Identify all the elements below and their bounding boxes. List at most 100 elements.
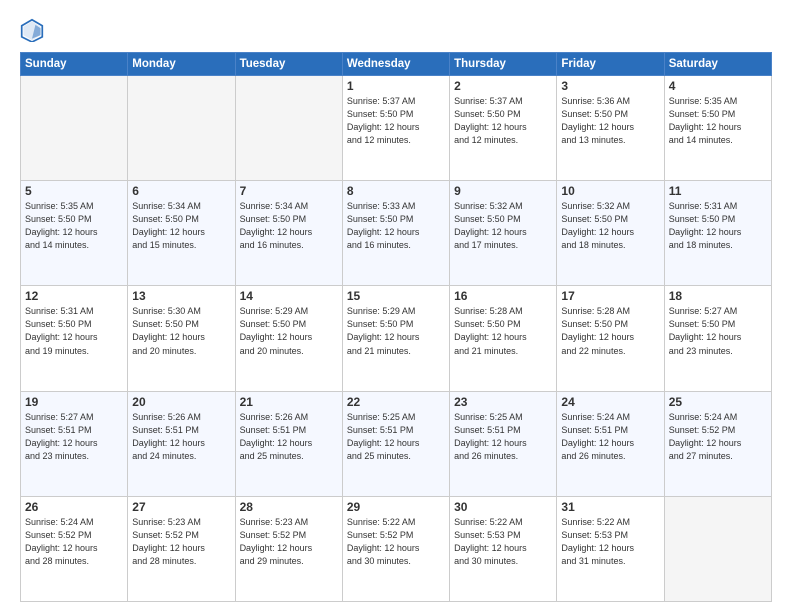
calendar-cell: 2 Sunrise: 5:37 AM Sunset: 5:50 PM Daylig… xyxy=(450,76,557,181)
day-info: Sunrise: 5:24 AM Sunset: 5:52 PM Dayligh… xyxy=(25,516,123,568)
calendar-cell: 3 Sunrise: 5:36 AM Sunset: 5:50 PM Daylig… xyxy=(557,76,664,181)
calendar-cell: 5 Sunrise: 5:35 AM Sunset: 5:50 PM Daylig… xyxy=(21,181,128,286)
day-info: Sunrise: 5:26 AM Sunset: 5:51 PM Dayligh… xyxy=(132,411,230,463)
calendar-cell: 21 Sunrise: 5:26 AM Sunset: 5:51 PM Dayli… xyxy=(235,391,342,496)
day-info: Sunrise: 5:31 AM Sunset: 5:50 PM Dayligh… xyxy=(669,200,767,252)
day-info: Sunrise: 5:31 AM Sunset: 5:50 PM Dayligh… xyxy=(25,305,123,357)
day-number: 8 xyxy=(347,184,445,198)
calendar-cell: 13 Sunrise: 5:30 AM Sunset: 5:50 PM Dayli… xyxy=(128,286,235,391)
day-number: 9 xyxy=(454,184,552,198)
day-header-monday: Monday xyxy=(128,53,235,76)
day-number: 11 xyxy=(669,184,767,198)
calendar-week-1: 1 Sunrise: 5:37 AM Sunset: 5:50 PM Daylig… xyxy=(21,76,772,181)
calendar-cell: 31 Sunrise: 5:22 AM Sunset: 5:53 PM Dayli… xyxy=(557,496,664,601)
day-header-tuesday: Tuesday xyxy=(235,53,342,76)
day-number: 20 xyxy=(132,395,230,409)
calendar-cell: 28 Sunrise: 5:23 AM Sunset: 5:52 PM Dayli… xyxy=(235,496,342,601)
day-info: Sunrise: 5:32 AM Sunset: 5:50 PM Dayligh… xyxy=(454,200,552,252)
day-number: 27 xyxy=(132,500,230,514)
calendar-cell: 24 Sunrise: 5:24 AM Sunset: 5:51 PM Dayli… xyxy=(557,391,664,496)
calendar-week-3: 12 Sunrise: 5:31 AM Sunset: 5:50 PM Dayli… xyxy=(21,286,772,391)
calendar-week-4: 19 Sunrise: 5:27 AM Sunset: 5:51 PM Dayli… xyxy=(21,391,772,496)
day-header-sunday: Sunday xyxy=(21,53,128,76)
day-number: 29 xyxy=(347,500,445,514)
day-info: Sunrise: 5:34 AM Sunset: 5:50 PM Dayligh… xyxy=(240,200,338,252)
day-number: 6 xyxy=(132,184,230,198)
calendar-cell: 29 Sunrise: 5:22 AM Sunset: 5:52 PM Dayli… xyxy=(342,496,449,601)
day-info: Sunrise: 5:24 AM Sunset: 5:51 PM Dayligh… xyxy=(561,411,659,463)
day-info: Sunrise: 5:32 AM Sunset: 5:50 PM Dayligh… xyxy=(561,200,659,252)
day-info: Sunrise: 5:37 AM Sunset: 5:50 PM Dayligh… xyxy=(347,95,445,147)
day-info: Sunrise: 5:22 AM Sunset: 5:53 PM Dayligh… xyxy=(561,516,659,568)
day-info: Sunrise: 5:34 AM Sunset: 5:50 PM Dayligh… xyxy=(132,200,230,252)
calendar-cell xyxy=(235,76,342,181)
day-number: 22 xyxy=(347,395,445,409)
day-info: Sunrise: 5:37 AM Sunset: 5:50 PM Dayligh… xyxy=(454,95,552,147)
day-info: Sunrise: 5:30 AM Sunset: 5:50 PM Dayligh… xyxy=(132,305,230,357)
calendar-cell: 11 Sunrise: 5:31 AM Sunset: 5:50 PM Dayli… xyxy=(664,181,771,286)
calendar-table: SundayMondayTuesdayWednesdayThursdayFrid… xyxy=(20,52,772,602)
day-number: 19 xyxy=(25,395,123,409)
calendar-cell: 17Sunrise: 5:28 AM Sunset: 5:50 PM Dayli… xyxy=(557,286,664,391)
day-info: Sunrise: 5:28 AM Sunset: 5:50 PM Dayligh… xyxy=(454,305,552,357)
day-number: 14 xyxy=(240,289,338,303)
day-number: 25 xyxy=(669,395,767,409)
calendar-cell: 20 Sunrise: 5:26 AM Sunset: 5:51 PM Dayli… xyxy=(128,391,235,496)
logo xyxy=(20,18,48,42)
calendar-week-2: 5 Sunrise: 5:35 AM Sunset: 5:50 PM Daylig… xyxy=(21,181,772,286)
day-info: Sunrise: 5:22 AM Sunset: 5:53 PM Dayligh… xyxy=(454,516,552,568)
day-info: Sunrise: 5:36 AM Sunset: 5:50 PM Dayligh… xyxy=(561,95,659,147)
day-number: 13 xyxy=(132,289,230,303)
day-number: 23 xyxy=(454,395,552,409)
day-number: 3 xyxy=(561,79,659,93)
day-header-thursday: Thursday xyxy=(450,53,557,76)
day-number: 2 xyxy=(454,79,552,93)
day-header-wednesday: Wednesday xyxy=(342,53,449,76)
day-number: 5 xyxy=(25,184,123,198)
day-info: Sunrise: 5:26 AM Sunset: 5:51 PM Dayligh… xyxy=(240,411,338,463)
day-number: 30 xyxy=(454,500,552,514)
day-number: 18 xyxy=(669,289,767,303)
day-number: 7 xyxy=(240,184,338,198)
day-header-saturday: Saturday xyxy=(664,53,771,76)
day-number: 21 xyxy=(240,395,338,409)
calendar-cell: 9 Sunrise: 5:32 AM Sunset: 5:50 PM Daylig… xyxy=(450,181,557,286)
calendar-header-row: SundayMondayTuesdayWednesdayThursdayFrid… xyxy=(21,53,772,76)
day-info: Sunrise: 5:24 AM Sunset: 5:52 PM Dayligh… xyxy=(669,411,767,463)
day-info: Sunrise: 5:23 AM Sunset: 5:52 PM Dayligh… xyxy=(132,516,230,568)
logo-icon xyxy=(20,18,44,42)
calendar-cell: 7 Sunrise: 5:34 AM Sunset: 5:50 PM Daylig… xyxy=(235,181,342,286)
calendar-cell: 23 Sunrise: 5:25 AM Sunset: 5:51 PM Dayli… xyxy=(450,391,557,496)
day-number: 1 xyxy=(347,79,445,93)
calendar-cell: 18 Sunrise: 5:27 AM Sunset: 5:50 PM Dayli… xyxy=(664,286,771,391)
day-info: Sunrise: 5:29 AM Sunset: 5:50 PM Dayligh… xyxy=(240,305,338,357)
calendar-cell: 26 Sunrise: 5:24 AM Sunset: 5:52 PM Dayli… xyxy=(21,496,128,601)
day-info: Sunrise: 5:27 AM Sunset: 5:51 PM Dayligh… xyxy=(25,411,123,463)
day-number: 24 xyxy=(561,395,659,409)
calendar-cell: 22 Sunrise: 5:25 AM Sunset: 5:51 PM Dayli… xyxy=(342,391,449,496)
day-info: Sunrise: 5:22 AM Sunset: 5:52 PM Dayligh… xyxy=(347,516,445,568)
day-info: Sunrise: 5:29 AM Sunset: 5:50 PM Dayligh… xyxy=(347,305,445,357)
calendar-cell: 4Sunrise: 5:35 AM Sunset: 5:50 PM Daylig… xyxy=(664,76,771,181)
day-info: Sunrise: 5:25 AM Sunset: 5:51 PM Dayligh… xyxy=(454,411,552,463)
day-number: 12 xyxy=(25,289,123,303)
day-info: Sunrise: 5:27 AM Sunset: 5:50 PM Dayligh… xyxy=(669,305,767,357)
calendar-cell: 25 Sunrise: 5:24 AM Sunset: 5:52 PM Dayli… xyxy=(664,391,771,496)
day-info: Sunrise: 5:35 AM Sunset: 5:50 PM Dayligh… xyxy=(25,200,123,252)
day-number: 26 xyxy=(25,500,123,514)
calendar-cell xyxy=(128,76,235,181)
page: SundayMondayTuesdayWednesdayThursdayFrid… xyxy=(0,0,792,612)
calendar-cell xyxy=(664,496,771,601)
day-number: 28 xyxy=(240,500,338,514)
day-number: 31 xyxy=(561,500,659,514)
day-header-friday: Friday xyxy=(557,53,664,76)
calendar-cell: 10Sunrise: 5:32 AM Sunset: 5:50 PM Dayli… xyxy=(557,181,664,286)
calendar-cell: 27 Sunrise: 5:23 AM Sunset: 5:52 PM Dayli… xyxy=(128,496,235,601)
calendar-cell: 14 Sunrise: 5:29 AM Sunset: 5:50 PM Dayli… xyxy=(235,286,342,391)
day-info: Sunrise: 5:23 AM Sunset: 5:52 PM Dayligh… xyxy=(240,516,338,568)
day-number: 17 xyxy=(561,289,659,303)
calendar-cell: 6 Sunrise: 5:34 AM Sunset: 5:50 PM Daylig… xyxy=(128,181,235,286)
calendar-cell xyxy=(21,76,128,181)
calendar-cell: 15Sunrise: 5:29 AM Sunset: 5:50 PM Dayli… xyxy=(342,286,449,391)
day-info: Sunrise: 5:25 AM Sunset: 5:51 PM Dayligh… xyxy=(347,411,445,463)
